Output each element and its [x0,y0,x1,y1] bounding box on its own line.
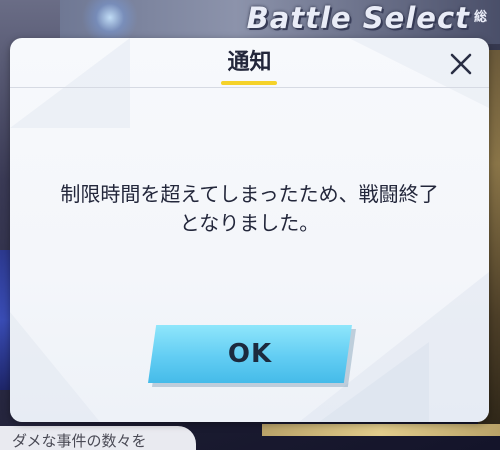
decor-triangle [10,312,100,422]
header-divider [10,87,489,88]
screen-title: Battle Select [246,1,470,35]
close-icon [450,53,472,75]
dialog-title: 通知 [227,50,272,75]
notification-dialog: 通知 制限時間を超えてしまったため、戦闘終了 となりました。 OK [10,38,489,422]
message-line-1: 制限時間を超えてしまったため、戦闘終了 [60,182,439,206]
close-button[interactable] [447,50,475,78]
corner-label: 総 [474,10,488,25]
dialog-message: 制限時間を超えてしまったため、戦闘終了 となりました。 [30,180,469,238]
message-line-2: となりました。 [179,211,320,235]
ok-button-label: OK [227,339,273,369]
ok-button[interactable]: OK [148,325,356,387]
title-underline [221,81,277,85]
background-bottom-bar [262,424,500,436]
background-message-tab: ダメな事件の数々を [0,426,196,450]
dialog-header: 通知 [10,38,489,88]
